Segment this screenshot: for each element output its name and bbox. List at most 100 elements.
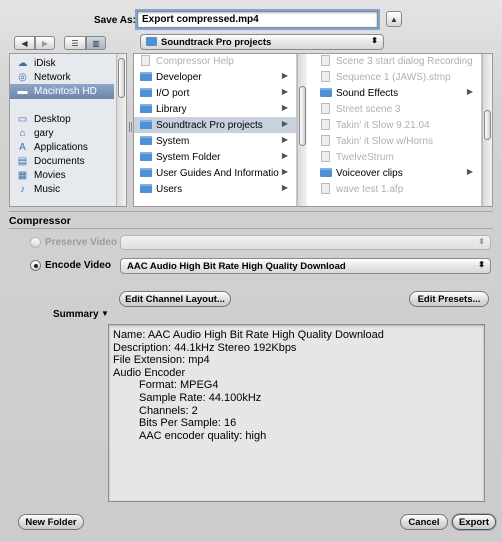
home-icon: ⌂ — [19, 128, 26, 139]
document-icon — [139, 55, 152, 66]
file-row[interactable]: System Folder ▶ — [134, 149, 296, 165]
file-browser: Compressor Help Developer ▶ I/O port ▶ Librar… — [133, 53, 493, 207]
summary-disclosure-icon[interactable]: ▼ — [101, 309, 109, 318]
file-row-label: User Guides And Informatio — [156, 167, 279, 179]
preserve-video-radio[interactable] — [30, 237, 41, 248]
sidebar-item[interactable]: ⌂ gary — [10, 126, 114, 141]
sidebar-item-label: Music — [34, 184, 61, 195]
summary-line: File Extension: mp4 — [113, 354, 210, 367]
file-row-label: I/O port — [156, 87, 190, 99]
file-row[interactable]: User Guides And Informatio ▶ — [134, 165, 296, 181]
document-icon — [319, 119, 332, 130]
back-arrow-icon: ◀ — [21, 38, 28, 48]
export-button[interactable]: Export — [452, 514, 496, 530]
summary-line: Audio Encoder — [113, 366, 186, 379]
folder-icon — [139, 119, 152, 130]
location-popup-label: Soundtrack Pro projects — [161, 36, 272, 48]
column-1-scroll-thumb[interactable] — [299, 86, 306, 146]
sidebar-item[interactable]: ▤ Documents — [10, 154, 114, 169]
sidebar-item[interactable]: A Applications — [10, 140, 114, 155]
sidebar-scrollbar[interactable] — [116, 54, 126, 206]
file-row-label: Users — [156, 183, 183, 195]
encode-video-popup-value: AAC Audio High Bit Rate High Quality Dow… — [127, 260, 346, 272]
save-as-field[interactable]: Export compressed.mp4 — [137, 11, 378, 28]
disclosure-arrow-icon: ▶ — [281, 103, 288, 112]
file-row: Street scene 3 — [314, 101, 481, 117]
popup-arrows-icon: ⬍ — [371, 36, 378, 45]
file-row-label: Takin' it Slow 9.21.04 — [336, 119, 430, 131]
column-view-button[interactable]: ▥ — [86, 36, 106, 50]
sidebar-item[interactable]: ▦ Movies — [10, 168, 114, 183]
disclosure-arrow-icon: ▶ — [281, 135, 288, 144]
encode-video-radio[interactable] — [30, 260, 41, 271]
disclosure-arrow-icon: ▶ — [466, 167, 473, 176]
expand-toggle-button[interactable]: ▲ — [386, 11, 402, 27]
back-button[interactable]: ◀ — [14, 36, 35, 50]
sidebar-item[interactable]: ◎ Network — [10, 70, 114, 85]
edit-presets-button[interactable]: Edit Presets... — [409, 291, 489, 307]
save-as-label: Save As: — [94, 15, 136, 26]
sidebar-item-label: iDisk — [34, 58, 56, 69]
sidebar-item[interactable]: ♪ Music — [10, 182, 114, 197]
applications-icon: A — [19, 142, 26, 153]
column-1-scrollbar[interactable] — [297, 54, 307, 206]
column-2-scrollbar[interactable] — [482, 54, 492, 206]
file-row-label: Compressor Help — [156, 55, 234, 67]
encode-video-popup[interactable]: AAC Audio High Bit Rate High Quality Dow… — [120, 258, 491, 274]
file-row[interactable]: Soundtrack Pro projects ▶ — [134, 117, 296, 133]
file-row[interactable]: Library ▶ — [134, 101, 296, 117]
forward-button[interactable]: ▶ — [35, 36, 55, 50]
column-2-scroll-thumb[interactable] — [484, 110, 491, 140]
file-row: Scene 3 start dialog Recording — [314, 54, 481, 69]
file-row: Takin' it Slow w/Horns — [314, 133, 481, 149]
summary-line: Sample Rate: 44.100kHz — [139, 391, 262, 404]
cancel-button[interactable]: Cancel — [400, 514, 448, 530]
summary-line: Format: MPEG4 — [139, 379, 219, 392]
file-row[interactable]: System ▶ — [134, 133, 296, 149]
edit-channel-layout-button[interactable]: Edit Channel Layout... — [119, 291, 231, 307]
sidebar-item[interactable]: ▭ Desktop — [10, 112, 114, 127]
disclosure-arrow-icon: ▶ — [281, 183, 288, 192]
file-row: Compressor Help — [134, 54, 296, 69]
list-view-button[interactable]: ☰ — [64, 36, 86, 50]
file-row-label: System Folder — [156, 151, 221, 163]
summary-line: Channels: 2 — [139, 404, 198, 417]
folder-icon — [139, 183, 152, 194]
document-icon — [319, 55, 332, 66]
location-popup[interactable]: Soundtrack Pro projects ⬍ — [140, 34, 384, 50]
movies-icon: ▦ — [17, 170, 28, 181]
folder-icon — [139, 103, 152, 114]
disclosure-arrow-icon: ▶ — [466, 87, 473, 96]
file-row-label: Sound Effects — [336, 87, 399, 99]
sidebar-item-label: Applications — [34, 142, 88, 153]
preserve-video-label: Preserve Video — [45, 237, 118, 248]
split-handle[interactable] — [129, 122, 132, 132]
encode-video-label: Encode Video — [45, 260, 111, 271]
sidebar-scroll-thumb[interactable] — [118, 58, 125, 98]
file-row[interactable]: Developer ▶ — [134, 69, 296, 85]
disclosure-arrow-icon: ▶ — [281, 167, 288, 176]
forward-arrow-icon: ▶ — [41, 38, 49, 48]
harddisk-icon: ▬ — [17, 86, 28, 97]
file-row-label: Library — [156, 103, 187, 115]
file-row[interactable]: I/O port ▶ — [134, 85, 296, 101]
new-folder-button[interactable]: New Folder — [18, 514, 84, 530]
file-row[interactable]: Sound Effects ▶ — [314, 85, 481, 101]
folder-icon — [139, 87, 152, 98]
export-save-sheet: Save As: Export compressed.mp4 ▲ ◀ ▶ ☰ ▥… — [0, 0, 502, 542]
section-divider — [9, 211, 493, 212]
column-view-icon: ▥ — [92, 38, 100, 48]
popup-arrows-icon: ⬍ — [478, 237, 485, 246]
file-row: Takin' it Slow 9.21.04 — [314, 117, 481, 133]
music-icon: ♪ — [20, 184, 25, 195]
disclosure-arrow-icon: ▶ — [281, 87, 288, 96]
file-row[interactable]: Voiceover clips ▶ — [314, 165, 481, 181]
folder-icon — [139, 151, 152, 162]
sidebar-item-label: Network — [34, 72, 71, 83]
summary-line: Name: AAC Audio High Bit Rate High Quali… — [113, 329, 384, 341]
folder-icon — [319, 167, 332, 178]
file-row[interactable]: Users ▶ — [134, 181, 296, 197]
sidebar-item-label: Movies — [34, 170, 66, 181]
sidebar-item[interactable]: ☁ iDisk — [10, 56, 114, 71]
sidebar-item[interactable]: ▬ Macintosh HD — [10, 84, 114, 99]
